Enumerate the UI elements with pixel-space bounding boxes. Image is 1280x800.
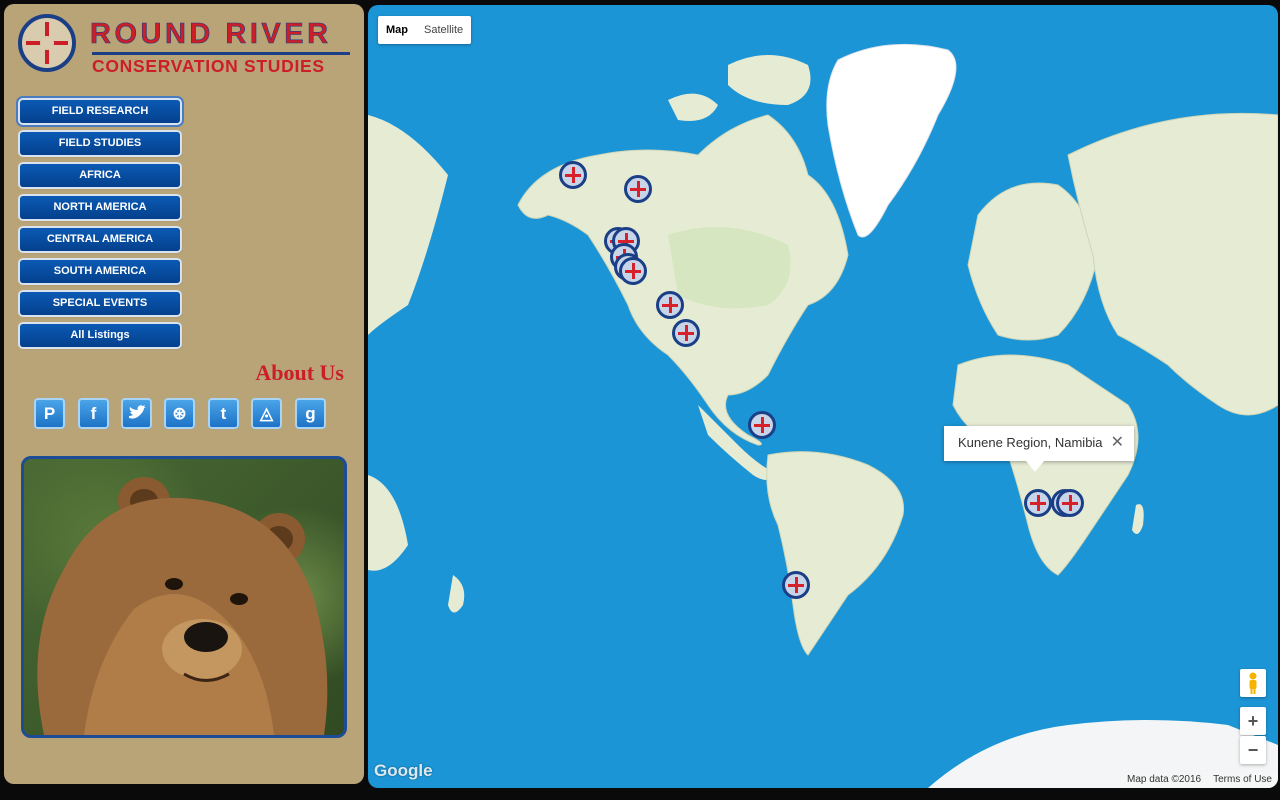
map-marker[interactable]	[782, 571, 810, 599]
bear-photo	[21, 456, 347, 738]
delicious-icon[interactable]: ◬	[251, 398, 282, 429]
logo-divider	[92, 52, 350, 55]
map-type-satellite-button[interactable]: Satellite	[416, 16, 471, 44]
map-marker[interactable]	[624, 175, 652, 203]
map-marker[interactable]	[748, 411, 776, 439]
tumblr-icon[interactable]: t	[208, 398, 239, 429]
dribbble-icon[interactable]: ⊛	[164, 398, 195, 429]
map-landmass	[368, 43, 1278, 788]
nav-all-listings-button[interactable]: All Listings	[20, 324, 180, 347]
logo-title: ROUND RIVER	[90, 18, 332, 51]
map-type-map-button[interactable]: Map	[378, 16, 416, 44]
nav-field-studies-button[interactable]: FIELD STUDIES	[20, 132, 180, 155]
social-links: P f ⊛ t ◬ g	[34, 398, 334, 432]
google-plus-icon[interactable]: g	[295, 398, 326, 429]
nav-south-america-button[interactable]: SOUTH AMERICA	[20, 260, 180, 283]
nav-special-events-button[interactable]: SPECIAL EVENTS	[20, 292, 180, 315]
twitter-icon[interactable]	[121, 398, 152, 429]
google-logo[interactable]: Google	[374, 761, 433, 781]
zoom-in-button[interactable]: +	[1240, 707, 1266, 735]
map-marker[interactable]	[619, 257, 647, 285]
map-marker[interactable]	[1024, 489, 1052, 517]
street-view-pegman-icon[interactable]	[1240, 669, 1266, 697]
close-icon[interactable]: ✕	[1111, 432, 1124, 452]
map-data-credit: Map data ©2016	[1127, 774, 1202, 785]
logo-crosshair-icon	[18, 14, 76, 72]
nav-field-research-button[interactable]: FIELD RESEARCH	[20, 100, 180, 123]
sidebar: ROUND RIVER CONSERVATION STUDIES FIELD R…	[4, 4, 364, 784]
terms-of-use-link[interactable]: Terms of Use	[1213, 772, 1272, 788]
map-attribution: Map data ©2016 Terms of Use	[1121, 772, 1278, 788]
nav-africa-button[interactable]: AFRICA	[20, 164, 180, 187]
map-info-window: Kunene Region, Namibia ✕	[944, 426, 1134, 472]
info-window-text: Kunene Region, Namibia	[958, 435, 1103, 450]
facebook-icon[interactable]: f	[78, 398, 109, 429]
nav-north-america-button[interactable]: NORTH AMERICA	[20, 196, 180, 219]
map-marker[interactable]	[656, 291, 684, 319]
zoom-out-button[interactable]: −	[1240, 736, 1266, 764]
about-us-link[interactable]: About Us	[255, 360, 344, 386]
map-marker[interactable]	[1056, 489, 1084, 517]
site-logo[interactable]: ROUND RIVER CONSERVATION STUDIES	[14, 14, 359, 86]
nav-central-america-button[interactable]: CENTRAL AMERICA	[20, 228, 180, 251]
info-window-pointer	[1026, 461, 1044, 472]
world-map[interactable]: Map Satellite Kunene Region, Namibia ✕ +…	[368, 5, 1278, 788]
map-type-control: Map Satellite	[378, 16, 472, 44]
pinterest-icon[interactable]: P	[34, 398, 65, 429]
map-marker[interactable]	[559, 161, 587, 189]
map-marker[interactable]	[672, 319, 700, 347]
logo-subtitle: CONSERVATION STUDIES	[92, 56, 325, 76]
